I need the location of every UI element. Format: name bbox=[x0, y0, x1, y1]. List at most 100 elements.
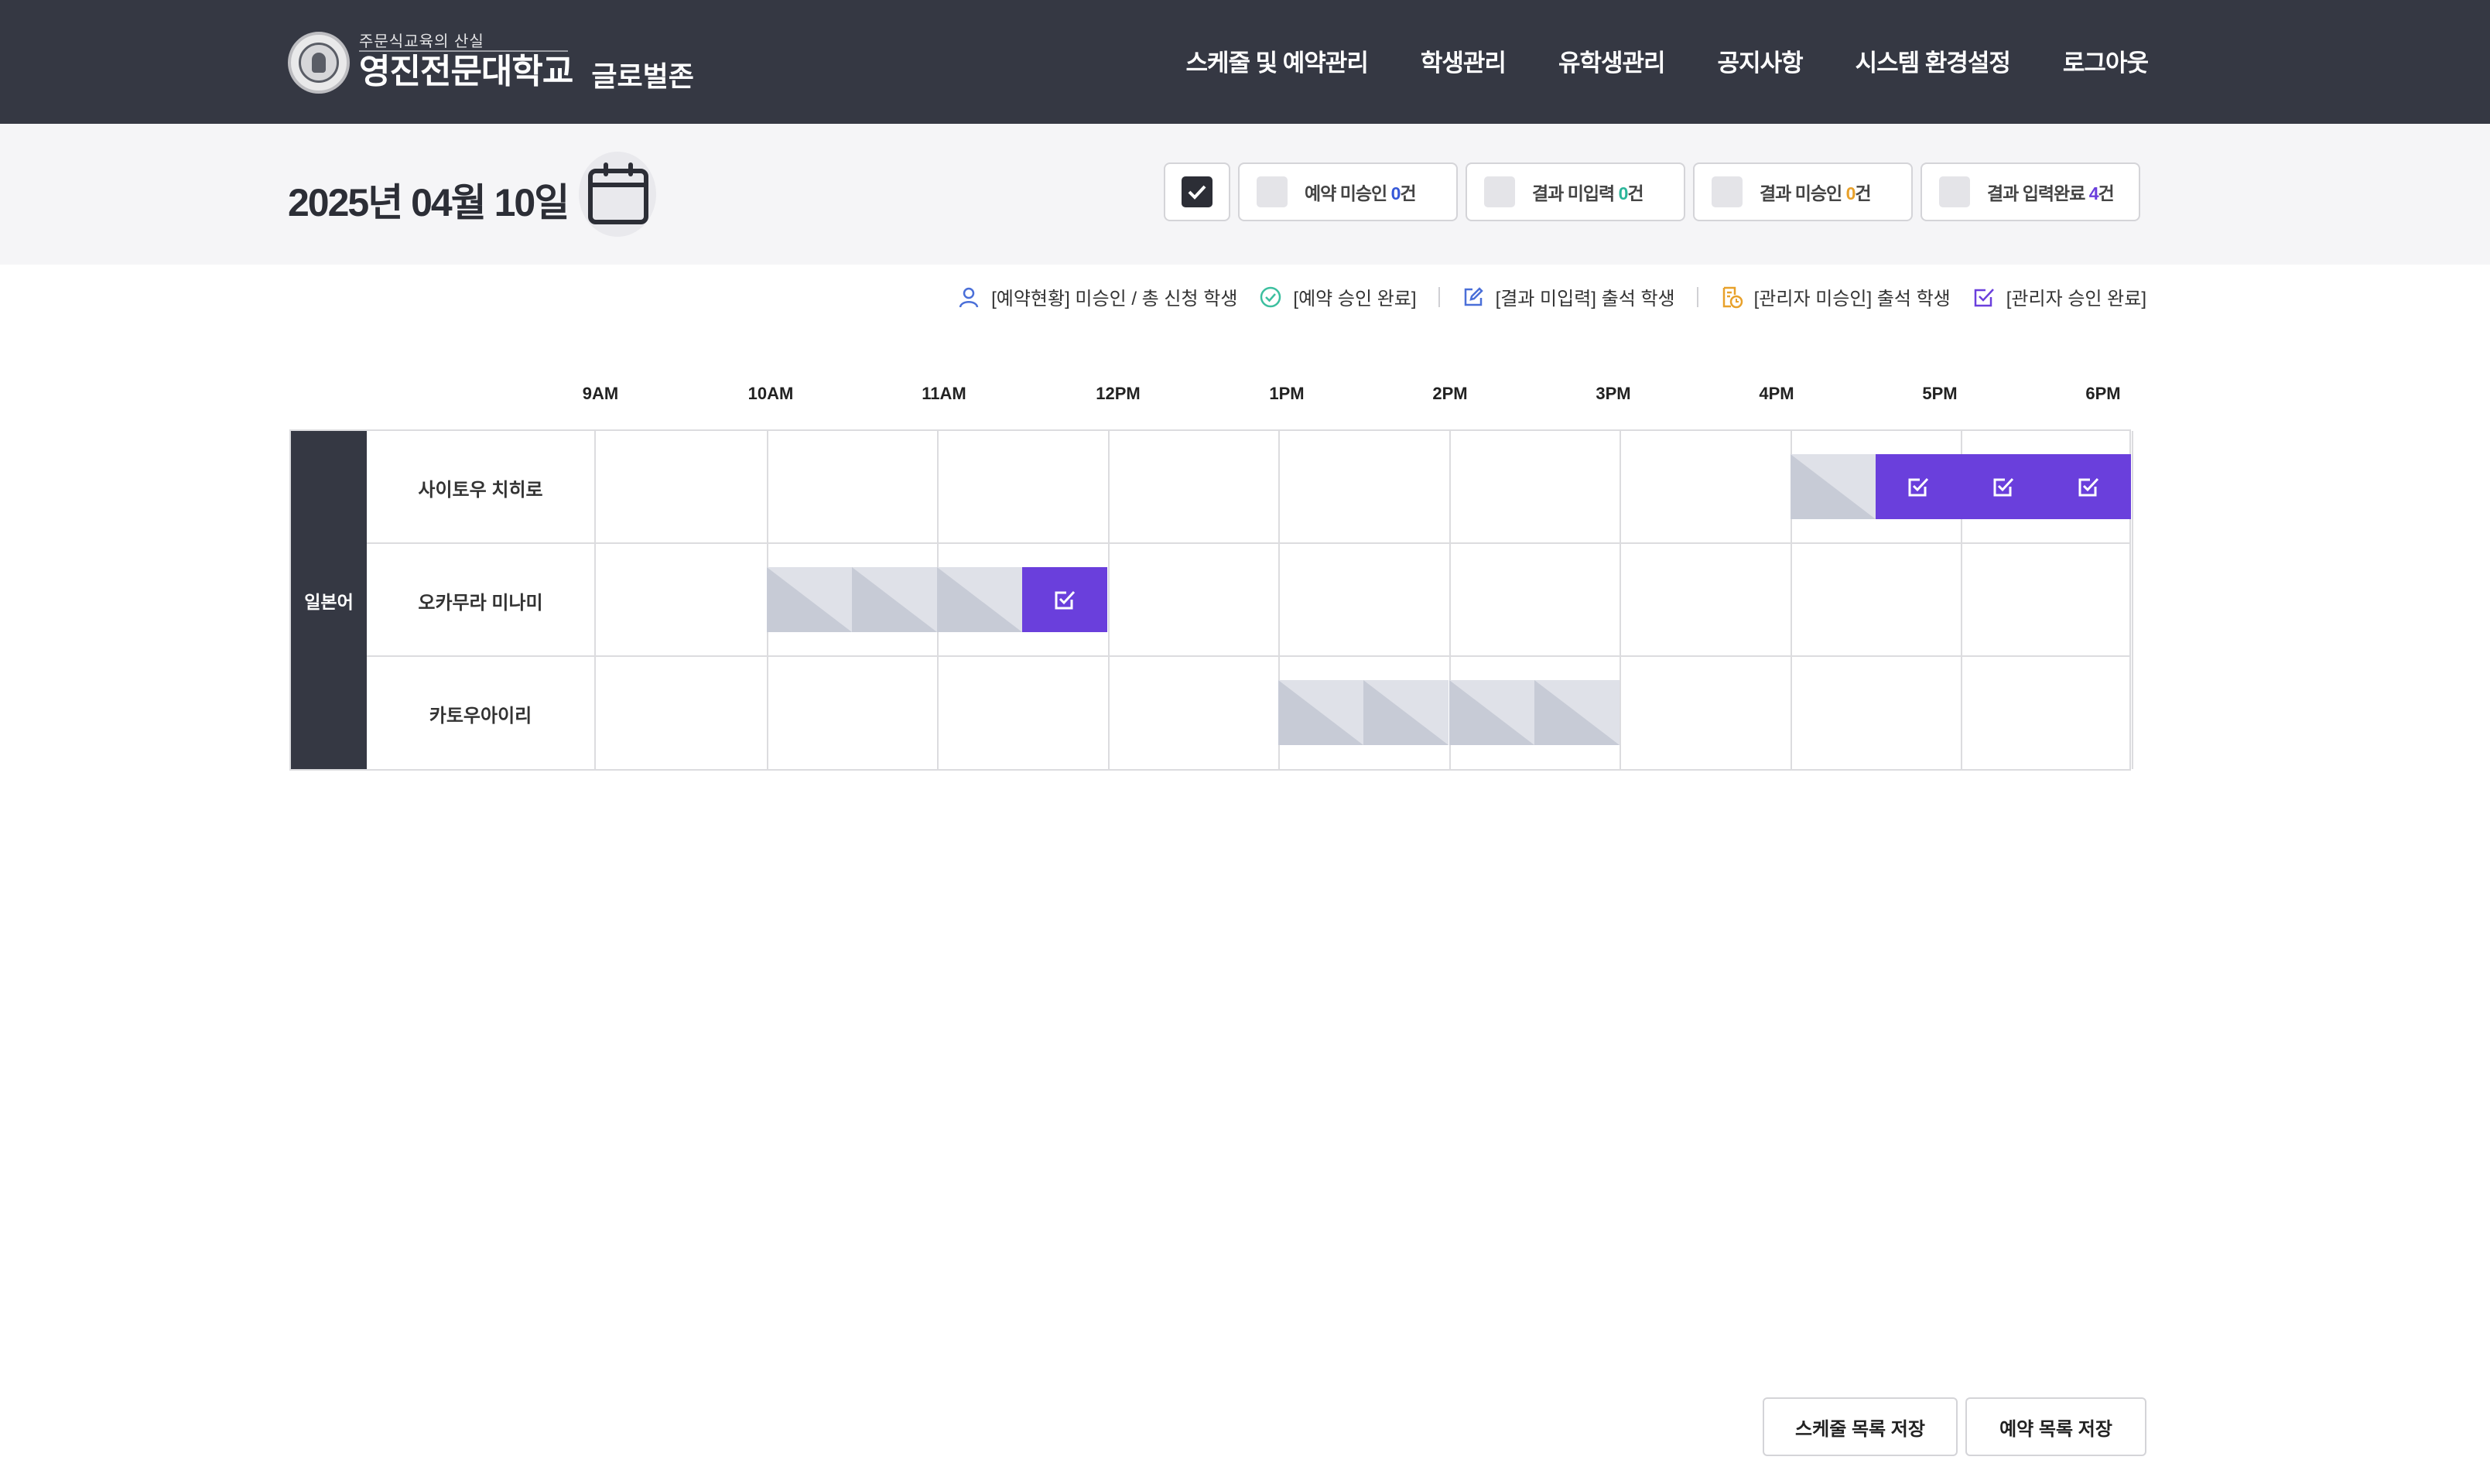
filter-result-not-entered[interactable]: 결과 미입력 0건 bbox=[1466, 162, 1685, 221]
legend-label: [결과 미입력] 출석 학생 bbox=[1495, 289, 1675, 309]
check-square-icon bbox=[1055, 590, 1076, 610]
filter-unit: 건 bbox=[1627, 183, 1643, 203]
check-square-icon bbox=[1908, 477, 1929, 497]
time-label: 9AM bbox=[582, 384, 619, 403]
checkbox-icon bbox=[1712, 176, 1743, 207]
save-reservation-list-button[interactable]: 예약 목록 저장 bbox=[1965, 1397, 2146, 1456]
checkbox-icon bbox=[1257, 176, 1288, 207]
status-legend: [예약현황] 미승인 / 총 신청 학생 [예약 승인 완료] [결과 미입력]… bbox=[957, 283, 2146, 310]
legend-label: [예약현황] 미승인 / 총 신청 학생 bbox=[991, 289, 1238, 309]
filter-unit: 건 bbox=[2098, 183, 2115, 203]
time-label: 2PM bbox=[1432, 384, 1468, 403]
time-label: 11AM bbox=[922, 384, 966, 403]
logo-tagline: 주문식교육의 산실 bbox=[359, 33, 568, 52]
status-filters: 예약 미승인 0건 결과 미입력 0건 결과 미승인 0건 결과 입력완료 4건 bbox=[1164, 162, 2140, 221]
slot-pending[interactable] bbox=[852, 567, 937, 632]
slot-approved[interactable] bbox=[1876, 454, 1961, 519]
pending-triangle-icon bbox=[1534, 680, 1620, 745]
top-header: 주문식교육의 산실 영진전문대학교 글로벌존 스케줄 및 예약관리 학생관리 유… bbox=[0, 0, 2490, 124]
filter-count: 4 bbox=[2088, 183, 2099, 203]
filter-reservation-unapproved[interactable]: 예약 미승인 0건 bbox=[1238, 162, 1458, 221]
legend-item: [관리자 미승인] 출석 학생 bbox=[1720, 283, 1951, 310]
nav-schedule-reservation[interactable]: 스케줄 및 예약관리 bbox=[1185, 43, 1368, 78]
logo-zone-name: 글로벌존 bbox=[591, 60, 694, 92]
row-divider bbox=[367, 655, 2129, 657]
calendar-icon bbox=[588, 162, 648, 224]
pending-triangle-icon bbox=[937, 567, 1022, 632]
slot-pending[interactable] bbox=[1449, 680, 1534, 745]
check-circle-icon bbox=[1260, 286, 1281, 307]
student-name[interactable]: 사이토우 치히로 bbox=[367, 431, 596, 544]
legend-label: [관리자 미승인] 출석 학생 bbox=[1753, 289, 1951, 309]
slot-pending[interactable] bbox=[937, 567, 1022, 632]
time-label: 4PM bbox=[1759, 384, 1794, 403]
slot-pending[interactable] bbox=[1278, 680, 1363, 745]
pending-triangle-icon bbox=[767, 567, 852, 632]
save-schedule-list-button[interactable]: 스케줄 목록 저장 bbox=[1763, 1397, 1958, 1456]
slot-pending[interactable] bbox=[767, 567, 852, 632]
filter-result-entered[interactable]: 결과 입력완료 4건 bbox=[1921, 162, 2140, 221]
hour-divider bbox=[1108, 431, 1110, 769]
school-logo[interactable]: 주문식교육의 산실 영진전문대학교 글로벌존 bbox=[288, 31, 694, 94]
student-name[interactable]: 카토우아이리 bbox=[367, 657, 596, 770]
slot-pending[interactable] bbox=[1363, 680, 1449, 745]
nav-notice[interactable]: 공지사항 bbox=[1718, 43, 1804, 78]
time-axis: 9AM 10AM 11AM 12PM 1PM 2PM 3PM 4PM 5PM 6… bbox=[0, 384, 2490, 407]
calendar-button[interactable] bbox=[579, 152, 656, 237]
pending-triangle-icon bbox=[1791, 454, 1876, 519]
check-square-icon bbox=[1974, 288, 1994, 306]
checkbox-icon bbox=[1939, 176, 1970, 207]
nav-student-management[interactable]: 학생관리 bbox=[1421, 43, 1507, 78]
slot-approved[interactable] bbox=[1022, 567, 1107, 632]
pending-triangle-icon bbox=[1363, 680, 1449, 745]
legend-item: [관리자 승인 완료] bbox=[1972, 283, 2146, 310]
row-divider bbox=[367, 542, 2129, 544]
person-icon bbox=[959, 287, 979, 307]
filter-unit: 건 bbox=[1855, 183, 1871, 203]
slot-pending[interactable] bbox=[1791, 454, 1876, 519]
hour-divider bbox=[1620, 431, 1621, 769]
filter-select-all[interactable] bbox=[1164, 162, 1230, 221]
time-label: 1PM bbox=[1269, 384, 1305, 403]
checkbox-icon bbox=[1484, 176, 1515, 207]
legend-item: [결과 미입력] 출석 학생 bbox=[1462, 283, 1675, 310]
slot-pending[interactable] bbox=[1534, 680, 1620, 745]
time-label: 5PM bbox=[1922, 384, 1958, 403]
filter-label: 예약 미승인 bbox=[1305, 183, 1391, 203]
filter-count: 0 bbox=[1845, 183, 1856, 203]
school-seal-icon bbox=[288, 32, 350, 94]
time-label: 6PM bbox=[2085, 384, 2121, 403]
pending-triangle-icon bbox=[1449, 680, 1534, 745]
checkbox-checked-icon bbox=[1182, 176, 1213, 207]
slot-approved[interactable] bbox=[1961, 454, 2046, 519]
filter-label: 결과 미승인 bbox=[1760, 183, 1846, 203]
pending-triangle-icon bbox=[1278, 680, 1363, 745]
filter-label: 결과 입력완료 bbox=[1987, 183, 2089, 203]
filter-unit: 건 bbox=[1400, 183, 1416, 203]
check-square-icon bbox=[2078, 477, 2099, 497]
date-bar: 2025년 04월 10일 예약 미승인 0건 결과 미입력 0건 결과 미승인… bbox=[0, 124, 2490, 265]
slot-approved[interactable] bbox=[2046, 454, 2131, 519]
legend-label: [예약 승인 완료] bbox=[1293, 289, 1417, 309]
nav-international-student[interactable]: 유학생관리 bbox=[1558, 43, 1666, 78]
student-name[interactable]: 오카무라 미나미 bbox=[367, 544, 596, 657]
edit-icon bbox=[1464, 286, 1483, 306]
nav-logout[interactable]: 로그아웃 bbox=[2063, 43, 2149, 78]
schedule-grid: 일본어 사이토우 치히로 오카무라 미나미 카토우아이리 bbox=[289, 429, 2133, 771]
filter-result-unapproved[interactable]: 결과 미승인 0건 bbox=[1693, 162, 1913, 221]
legend-item: [예약현황] 미승인 / 총 신청 학생 bbox=[957, 283, 1237, 310]
time-label: 10AM bbox=[747, 384, 794, 403]
nav-system-settings[interactable]: 시스템 환경설정 bbox=[1856, 43, 2011, 78]
document-clock-icon bbox=[1722, 286, 1743, 308]
filter-count: 0 bbox=[1390, 183, 1401, 203]
filter-count: 0 bbox=[1618, 183, 1629, 203]
filter-label: 결과 미입력 bbox=[1532, 183, 1619, 203]
check-square-icon bbox=[1993, 477, 2014, 497]
time-label: 3PM bbox=[1596, 384, 1631, 403]
main-nav: 스케줄 및 예약관리 학생관리 유학생관리 공지사항 시스템 환경설정 로그아웃 bbox=[1185, 43, 2149, 78]
hour-divider bbox=[2132, 431, 2133, 769]
legend-divider bbox=[1438, 286, 1440, 307]
pending-triangle-icon bbox=[852, 567, 937, 632]
legend-label: [관리자 승인 완료] bbox=[2006, 289, 2146, 309]
legend-item: [예약 승인 완료] bbox=[1259, 283, 1417, 310]
